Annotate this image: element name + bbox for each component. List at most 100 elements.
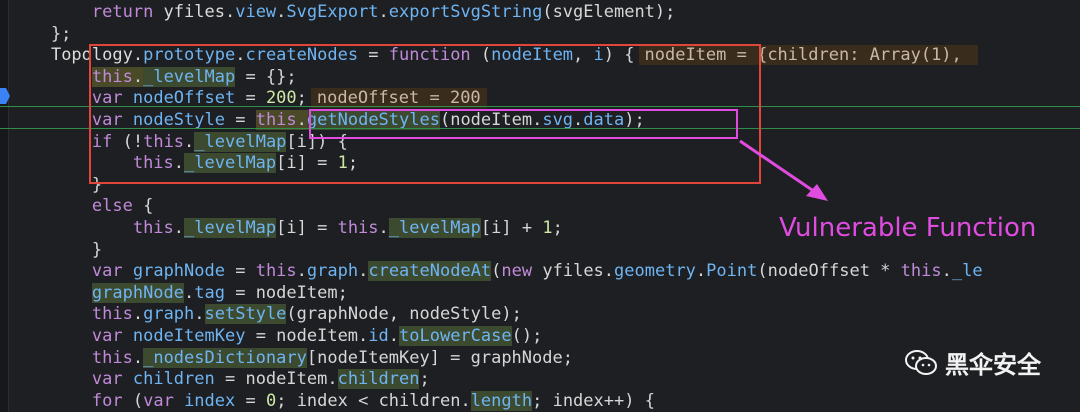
code-line[interactable]: var graphNode = this.graph.createNodeAt(… [0,260,1080,282]
code-token: . [224,2,236,22]
code-line[interactable]: graphNode.tag = nodeItem; [0,282,1080,304]
code-text: var children = nodeItem.children; [10,368,430,390]
code-token: = nodeItem. [245,326,369,346]
code-token: . [132,304,144,325]
code-token: var [143,390,174,411]
code-token: _levelMap [388,218,481,238]
code-token: SvgExport [286,2,379,22]
code-token: new [501,261,533,282]
code-text: for (var index = 0; index < children.len… [10,390,655,412]
code-token: [i] = [276,218,338,238]
code-token: index [184,390,236,411]
code-token: var [91,326,123,346]
code-token: this [91,304,133,325]
code-token: graphNode [91,282,185,303]
code-token: 1 [542,218,553,238]
code-token: ; index < children. [276,390,471,411]
code-token: children [132,369,215,390]
code-token: (graphNode, nodeStyle); [286,304,522,325]
watermark: 黑伞安全 [905,345,1041,380]
code-token: view [235,2,277,22]
code-token: . [378,218,389,238]
code-text: this._nodesDictionary[nodeItemKey] = gra… [10,347,573,369]
code-token: . [378,2,389,22]
code-text: this.graph.setStyle(graphNode, nodeStyle… [10,303,522,325]
code-token: . [184,282,195,303]
code-token: = nodeItem. [214,369,338,390]
code-token: . [276,2,287,22]
code-token: geometry [614,261,696,282]
code-token: this [900,261,942,282]
code-token: [i] + [480,218,543,238]
code-token: (nodeOffset * [757,261,901,282]
code-text: graphNode.tag = nodeItem; [10,282,348,304]
code-token: = [224,261,256,282]
code-token: var [91,369,123,390]
code-token: }; [10,23,72,44]
code-token: . [173,218,185,238]
code-line[interactable]: this.graph.setStyle(graphNode, nodeStyle… [0,303,1080,325]
code-token: (); [511,326,543,346]
code-token: . [388,326,400,346]
vulnerable-call-highlight-box [309,109,738,139]
code-token: . [132,347,144,368]
code-text: }; [10,23,71,45]
code-token: ( [122,390,144,411]
watermark-text: 黑伞安全 [945,351,1041,379]
code-token: yfiles [163,2,225,22]
code-token: setStyle [204,304,287,325]
code-token: return [91,2,164,22]
code-token: yfiles. [532,261,615,282]
code-text: var nodeItemKey = nodeItem.id.toLowerCas… [10,325,542,347]
code-token: ( [491,261,502,282]
code-text: else { [10,195,153,217]
code-token: graphNode [132,261,225,282]
vulnerable-function-label: Vulnerable Function [779,213,1037,243]
code-line[interactable]: return yfiles.view.SvgExport.exportSvgSt… [0,1,1080,23]
code-token: . [358,261,369,282]
code-token: this [337,218,379,238]
code-token: this [255,261,297,282]
code-token: 0 [265,390,277,411]
code-text: } [10,239,102,261]
code-token: _nodesDictionary [143,347,307,368]
wechat-icon [905,349,937,375]
code-token: nodeItemKey [132,326,246,346]
code-token: id [368,326,389,346]
code-token: else [91,196,133,217]
code-token: _le [951,261,983,282]
code-token: = [235,390,266,411]
code-token: var [91,261,123,282]
code-token: ; index++) { [532,390,655,411]
code-token: . [194,304,205,325]
code-line[interactable]: var nodeItemKey = nodeItem.id.toLowerCas… [0,325,1080,347]
code-line[interactable]: }; [0,23,1080,45]
code-token: this [132,218,174,238]
code-token: _levelMap [184,218,277,238]
code-token: [nodeItemKey] = graphNode; [306,347,573,368]
code-token: graph [306,261,359,282]
code-token: Point [706,261,758,282]
code-text: this._levelMap[i] = this._levelMap[i] + … [10,217,563,239]
code-line[interactable]: for (var index = 0; index < children.len… [0,390,1080,412]
code-token: for [91,390,123,411]
code-token: (svgElement); [542,2,676,22]
code-token: createNodeAt [368,261,492,282]
code-token: exportSvgString [388,2,543,22]
code-token: = nodeItem; [224,282,348,303]
code-token: } [10,239,103,260]
code-token: . [941,261,952,282]
